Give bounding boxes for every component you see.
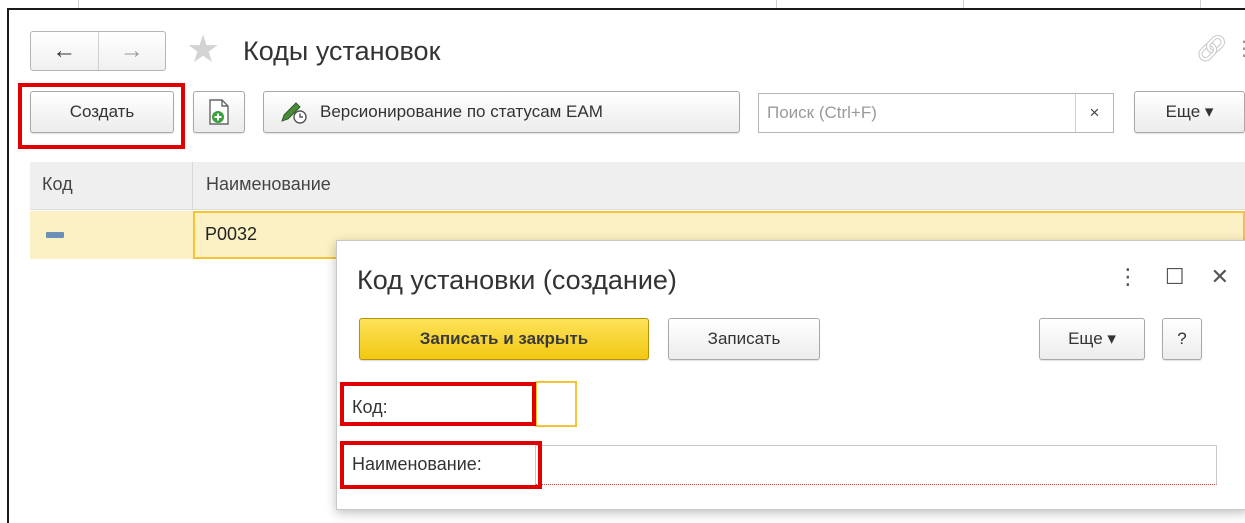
more-vertical-icon[interactable]: ⋮: [1234, 36, 1245, 62]
search-placeholder: Поиск (Ctrl+F): [767, 103, 877, 122]
pencil-clock-icon: [281, 102, 307, 124]
window-controls: ⋮ ☐ ✕: [1117, 264, 1229, 290]
divider: [776, 0, 777, 8]
close-icon[interactable]: ✕: [1211, 264, 1229, 290]
save-and-close-button[interactable]: Записать и закрыть: [359, 318, 649, 360]
dialog-more-button[interactable]: Еще ▾: [1039, 318, 1145, 360]
name-field[interactable]: [535, 445, 1217, 485]
more-vertical-icon[interactable]: ⋮: [1117, 264, 1139, 290]
group-marker-icon: [46, 232, 64, 238]
highlight-box: [18, 83, 185, 149]
link-icon[interactable]: 🔗︎: [1195, 33, 1228, 64]
copy-document-button[interactable]: [193, 91, 245, 133]
save-button[interactable]: Записать: [668, 318, 820, 360]
document-add-icon: [209, 99, 229, 125]
favorite-star-icon[interactable]: ★: [186, 30, 220, 70]
code-field[interactable]: [535, 381, 577, 427]
help-button[interactable]: ?: [1162, 318, 1202, 360]
more-button[interactable]: Еще ▾: [1134, 91, 1245, 133]
column-divider: [192, 162, 193, 210]
page-title: Коды установок: [243, 36, 441, 66]
versioning-label: Версионирование по статусам EAM: [320, 102, 603, 121]
divider: [963, 0, 964, 8]
cell-text: P0032: [205, 224, 258, 244]
column-header-code[interactable]: Код: [42, 174, 73, 195]
divider: [1200, 0, 1201, 8]
divider: [78, 0, 79, 8]
column-header-name[interactable]: Наименование: [206, 174, 331, 195]
forward-arrow-icon[interactable]: →: [99, 32, 166, 70]
table-header: Код Наименование: [30, 162, 1245, 210]
dialog-title: Код установки (создание): [357, 265, 677, 295]
clear-search-icon[interactable]: ×: [1075, 94, 1113, 132]
search-field[interactable]: Поиск (Ctrl+F) ×: [758, 93, 1114, 133]
maximize-icon[interactable]: ☐: [1165, 264, 1185, 290]
navigation-buttons: ← →: [30, 31, 166, 71]
versioning-button[interactable]: Версионирование по статусам EAM: [263, 91, 740, 133]
highlight-box: [340, 441, 542, 489]
highlight-box: [340, 382, 536, 426]
back-arrow-icon[interactable]: ←: [31, 32, 99, 70]
top-strip: [0, 0, 1245, 8]
